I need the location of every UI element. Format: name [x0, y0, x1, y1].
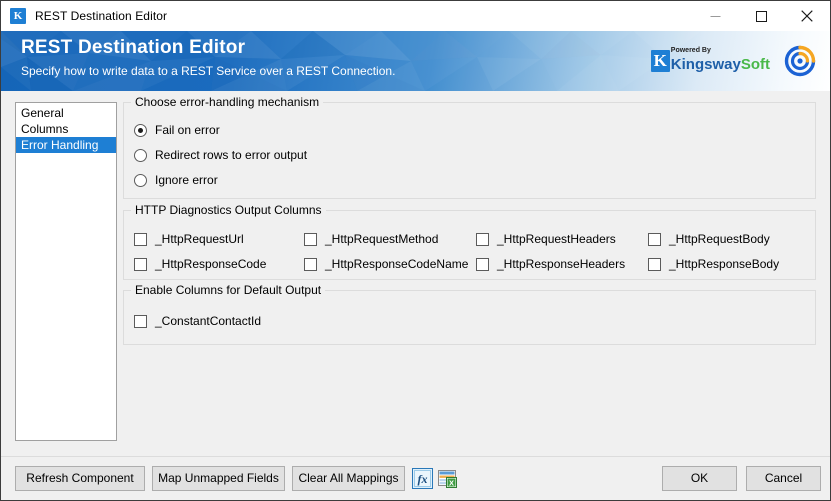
clear-all-mappings-button[interactable]: Clear All Mappings [292, 466, 405, 491]
http-diagnostics-legend: HTTP Diagnostics Output Columns [131, 203, 326, 217]
window-controls [692, 1, 830, 31]
checkbox-row-constant-contact-id[interactable]: _ConstantContactId [134, 313, 261, 329]
checkbox-row-http-request-url[interactable]: _HttpRequestUrl [134, 231, 244, 247]
close-button[interactable] [784, 1, 830, 31]
checkbox-row-http-response-code[interactable]: _HttpResponseCode [134, 256, 266, 272]
svg-text:X: X [449, 478, 454, 487]
checkbox-row-http-request-body[interactable]: _HttpRequestBody [648, 231, 770, 247]
banner-logo: K Powered By KingswaySoft [650, 45, 816, 77]
checkbox-http-request-body[interactable] [648, 232, 661, 246]
checkbox-row-http-response-code-name[interactable]: _HttpResponseCodeName [304, 256, 468, 272]
minimize-button[interactable] [692, 1, 738, 31]
radio-label-fail-on-error: Fail on error [155, 123, 220, 137]
radio-label-redirect-rows: Redirect rows to error output [155, 148, 308, 162]
sidebar-item-columns[interactable]: Columns [16, 121, 116, 137]
ok-button[interactable]: OK [662, 466, 737, 491]
checkbox-http-response-headers[interactable] [476, 257, 489, 271]
checkbox-label-http-response-code: _HttpResponseCode [155, 257, 267, 271]
radio-label-ignore-error: Ignore error [155, 173, 218, 187]
checkbox-label-constant-contact-id: _ConstantContactId [155, 314, 262, 328]
checkbox-label-http-request-headers: _HttpRequestHeaders [497, 232, 616, 246]
radio-row-fail-on-error[interactable]: Fail on error [134, 121, 220, 139]
radio-redirect-rows-to-error-output[interactable] [134, 148, 147, 162]
window-title: REST Destination Editor [35, 9, 168, 23]
sidebar-item-error-handling[interactable]: Error Handling [16, 137, 116, 153]
checkbox-row-http-response-headers[interactable]: _HttpResponseHeaders [476, 256, 625, 272]
export-grid-icon-button[interactable]: X [437, 468, 458, 489]
radio-fail-on-error[interactable] [134, 123, 147, 137]
app-icon: K [10, 8, 26, 24]
checkbox-http-request-method[interactable] [304, 232, 317, 246]
checkbox-row-http-request-headers[interactable]: _HttpRequestHeaders [476, 231, 616, 247]
checkbox-label-http-response-code-name: _HttpResponseCodeName [325, 257, 469, 271]
kingswaysoft-k-icon: K [650, 50, 670, 72]
checkbox-label-http-request-body: _HttpRequestBody [669, 232, 770, 246]
fx-icon-button[interactable]: fx [412, 468, 433, 489]
checkbox-row-http-request-method[interactable]: _HttpRequestMethod [304, 231, 438, 247]
checkbox-http-response-code-name[interactable] [304, 257, 317, 271]
brand-name-first: Kingsway [670, 56, 741, 73]
brand-name-second: Soft [740, 56, 770, 73]
svg-text:fx: fx [418, 472, 428, 486]
banner-text-block: REST Destination Editor Specify how to w… [21, 36, 395, 80]
checkbox-http-response-code[interactable] [134, 257, 147, 271]
checkbox-row-http-response-body[interactable]: _HttpResponseBody [648, 256, 779, 272]
map-unmapped-fields-button[interactable]: Map Unmapped Fields [152, 466, 285, 491]
error-handling-group: Choose error-handling mechanism Fail on … [123, 95, 816, 199]
settings-content: Choose error-handling mechanism Fail on … [123, 95, 816, 441]
sidebar-item-general[interactable]: General [16, 105, 116, 121]
radio-ignore-error[interactable] [134, 173, 147, 187]
banner-title: REST Destination Editor [21, 37, 246, 58]
checkbox-constant-contact-id[interactable] [134, 314, 147, 328]
checkbox-http-request-url[interactable] [134, 232, 147, 246]
footer-bar: Refresh Component Map Unmapped Fields Cl… [1, 456, 830, 500]
error-handling-legend: Choose error-handling mechanism [131, 95, 324, 109]
fx-icon: fx [412, 468, 433, 489]
page-list[interactable]: General Columns Error Handling [15, 102, 117, 441]
kingswaysoft-target-logo [784, 45, 816, 77]
kingswaysoft-wordmark: K Powered By KingswaySoft [650, 47, 770, 72]
refresh-component-button[interactable]: Refresh Component [15, 466, 145, 491]
rest-destination-editor-window: K REST Destination Editor REST Destinati… [0, 0, 831, 501]
kingswaysoft-words: Powered By KingswaySoft [671, 47, 770, 72]
export-grid-icon: X [438, 470, 457, 488]
default-output-legend: Enable Columns for Default Output [131, 283, 326, 297]
banner: REST Destination Editor Specify how to w… [1, 31, 830, 91]
radio-row-ignore-error[interactable]: Ignore error [134, 171, 218, 189]
default-output-group: Enable Columns for Default Output _Const… [123, 283, 816, 345]
radio-row-redirect-rows[interactable]: Redirect rows to error output [134, 146, 307, 164]
checkbox-http-request-headers[interactable] [476, 232, 489, 246]
maximize-button[interactable] [738, 1, 784, 31]
http-diagnostics-group: HTTP Diagnostics Output Columns _HttpReq… [123, 203, 816, 280]
checkbox-http-response-body[interactable] [648, 257, 661, 271]
title-bar: K REST Destination Editor [1, 1, 830, 31]
powered-by-label: Powered By [670, 47, 711, 54]
cancel-button[interactable]: Cancel [746, 466, 821, 491]
checkbox-label-http-response-headers: _HttpResponseHeaders [497, 257, 626, 271]
checkbox-label-http-response-body: _HttpResponseBody [669, 257, 780, 271]
checkbox-label-http-request-method: _HttpRequestMethod [325, 232, 439, 246]
checkbox-label-http-request-url: _HttpRequestUrl [155, 232, 244, 246]
body-area: General Columns Error Handling Choose er… [1, 91, 830, 456]
banner-subtitle: Specify how to write data to a REST Serv… [21, 64, 396, 78]
brand-name: KingswaySoft [671, 56, 770, 72]
